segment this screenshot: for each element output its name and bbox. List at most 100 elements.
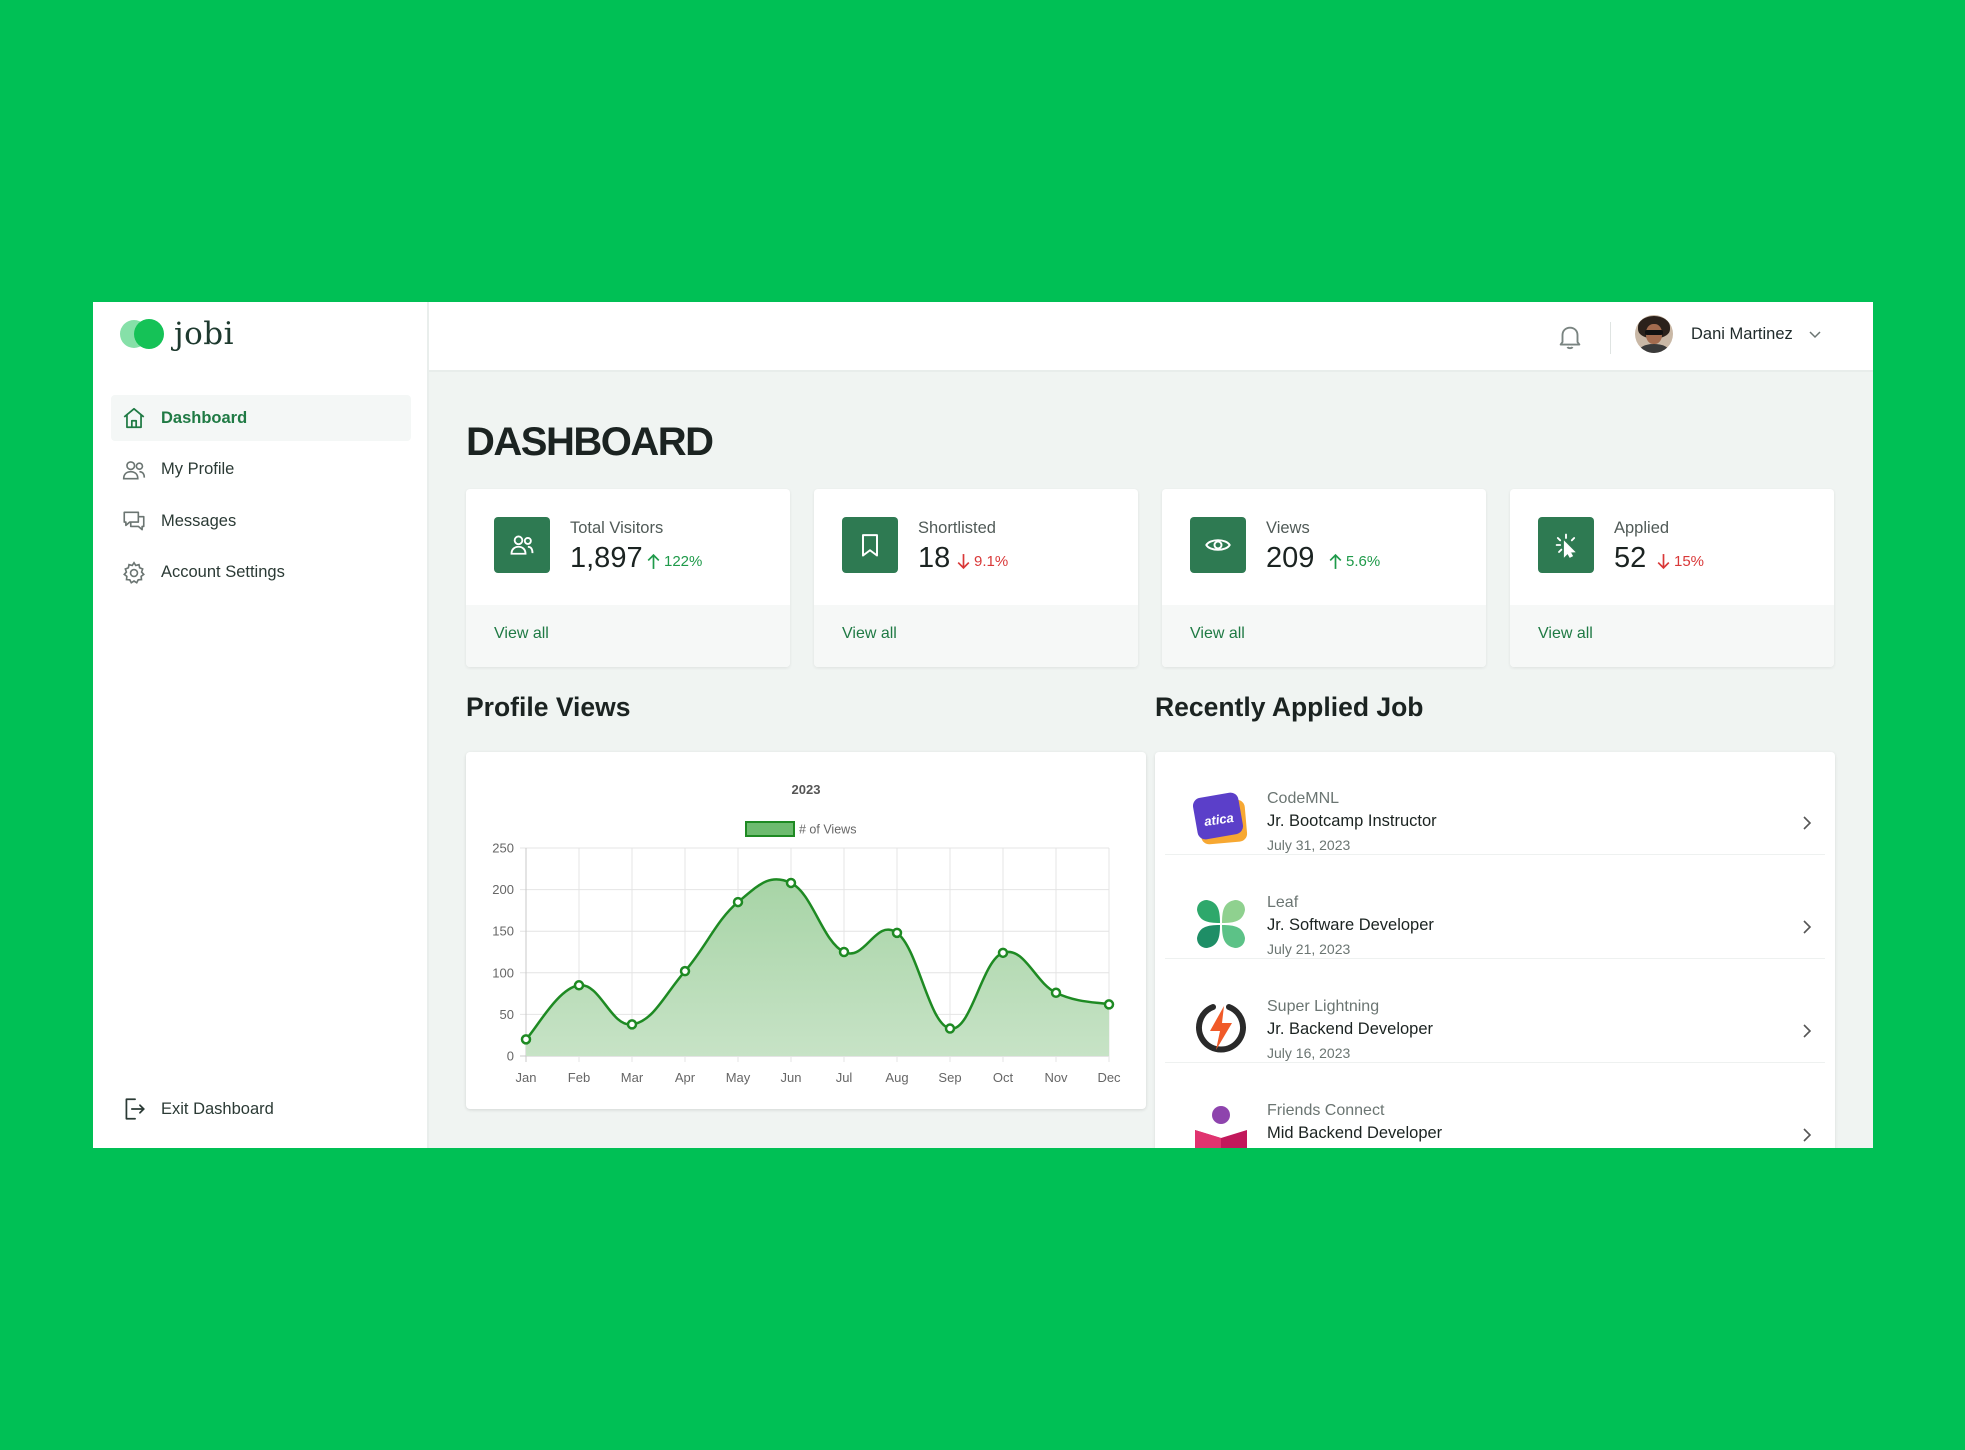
job-title: Jr. Bootcamp Instructor <box>1267 812 1437 830</box>
chart-x-tick-label: Jun <box>781 1070 802 1085</box>
chart-area-fill <box>526 879 1109 1056</box>
chart-y-tick-label: 250 <box>492 841 514 856</box>
chart-x-tick-label: Oct <box>993 1070 1014 1085</box>
job-item[interactable]: Super Lightning Jr. Backend Developer Ju… <box>1165 960 1825 1063</box>
chart-data-point <box>732 896 744 908</box>
chart-data-point <box>838 946 850 958</box>
stat-label: Views <box>1266 519 1310 537</box>
sidebar-item-my-profile[interactable]: My Profile <box>111 447 411 493</box>
stat-change: 5.6% <box>1328 553 1380 570</box>
stat-icon-box <box>1538 517 1594 573</box>
stat-card-total-visitors: Total Visitors 1,897 122% View all <box>466 489 790 667</box>
top-header: Dani Martinez <box>429 302 1873 372</box>
chart-data-point <box>1103 999 1115 1010</box>
arrow-down-icon <box>957 554 970 570</box>
stat-value: 1,897 <box>570 542 643 574</box>
job-item[interactable]: Friends Connect Mid Backend Developer <box>1165 1064 1825 1148</box>
job-company: Leaf <box>1267 894 1299 911</box>
chart-y-tick-label: 50 <box>500 1007 514 1022</box>
job-company: Friends Connect <box>1267 1102 1385 1119</box>
logout-icon <box>125 1098 145 1120</box>
arrow-up-icon <box>647 553 660 569</box>
chart-data-point <box>997 947 1009 959</box>
sidebar-item-label: My Profile <box>161 460 235 478</box>
stat-label: Total Visitors <box>570 519 664 537</box>
job-item[interactable]: Leaf Jr. Software Developer July 21, 202… <box>1165 856 1825 959</box>
chevron-down-icon <box>1809 331 1821 339</box>
view-all-link[interactable]: View all <box>842 625 897 643</box>
main-content: DASHBOARD Total Visitors 1,897 122% View… <box>429 372 1873 1148</box>
chart-data-point <box>626 1019 638 1030</box>
gear-icon <box>123 560 145 584</box>
stat-change: 9.1% <box>956 553 1008 570</box>
exit-dashboard-button[interactable]: Exit Dashboard <box>121 1096 274 1122</box>
job-company: CodeMNL <box>1267 790 1340 807</box>
chart-legend-label: # of Views <box>799 823 856 837</box>
job-title: Jr. Backend Developer <box>1267 1020 1434 1038</box>
users-icon <box>510 535 534 555</box>
sidebar-item-label: Dashboard <box>161 408 248 427</box>
profile-views-chart-card: 2023 # of Views 0 50 100 150 200 250 Jan Feb Ma… <box>466 752 1146 1109</box>
app-window: jobi Dashboard My Profile Messages Accou… <box>93 302 1873 1148</box>
stat-footer: View all <box>1162 605 1486 667</box>
profile-views-chart: 2023 # of Views 0 50 100 150 200 250 Jan Feb Ma… <box>492 782 1121 1085</box>
friends-logo <box>1195 1106 1247 1148</box>
brand-logo[interactable]: jobi <box>120 314 234 354</box>
bookmark-icon <box>862 534 878 557</box>
sidebar-item-dashboard[interactable]: Dashboard <box>111 395 411 441</box>
chart-y-tick-label: 200 <box>492 882 514 897</box>
chart-data-point <box>1050 987 1062 999</box>
sidebar-nav: Dashboard My Profile Messages Account Se… <box>111 395 411 601</box>
sidebar-item-messages[interactable]: Messages <box>111 498 411 544</box>
stat-icon-box <box>1190 517 1246 573</box>
profile-views-title: Profile Views <box>466 692 631 722</box>
job-date: July 16, 2023 <box>1267 1045 1351 1061</box>
chart-x-tick-label: Nov <box>1044 1070 1068 1085</box>
job-company: Super Lightning <box>1267 998 1380 1015</box>
view-all-link[interactable]: View all <box>1190 625 1245 643</box>
chat-icon <box>123 511 145 531</box>
stat-value: 52 <box>1614 542 1647 574</box>
chart-y-tick-label: 100 <box>492 965 514 980</box>
sidebar-item-label: Account Settings <box>161 563 285 581</box>
stat-card-applied: Applied 52 15% View all <box>1510 489 1834 667</box>
stat-label: Applied <box>1614 519 1670 537</box>
click-icon <box>1555 533 1576 558</box>
chart-legend-swatch <box>745 821 795 837</box>
atica-logo: atica <box>1193 792 1248 845</box>
stat-footer: View all <box>1510 605 1834 667</box>
stat-card-shortlisted: Shortlisted 18 9.1% View all <box>814 489 1138 667</box>
bell-icon[interactable] <box>1555 322 1585 352</box>
chart-x-tick-label: Sep <box>938 1070 961 1085</box>
job-date: July 21, 2023 <box>1267 941 1351 957</box>
lightning-logo <box>1196 1004 1246 1053</box>
avatar <box>1635 315 1673 353</box>
brand-name: jobi <box>174 316 235 352</box>
sidebar-item-account-settings[interactable]: Account Settings <box>111 550 411 596</box>
chart-x-tick-label: Apr <box>675 1070 696 1085</box>
stat-change: 122% <box>646 553 702 570</box>
chevron-right-icon <box>1803 816 1812 830</box>
home-icon <box>123 407 145 429</box>
chart-x-tick-label: Aug <box>885 1070 908 1085</box>
chart-data-point <box>520 1034 532 1045</box>
stat-value: 18 <box>918 542 951 574</box>
job-title: Jr. Software Developer <box>1267 916 1434 934</box>
user-name: Dani Martinez <box>1691 324 1793 343</box>
stat-icon-box <box>494 517 550 573</box>
chart-data-point <box>573 980 585 991</box>
view-all-link[interactable]: View all <box>1538 625 1593 643</box>
job-item[interactable]: atica CodeMNL Jr. Bootcamp Instructor Ju… <box>1165 752 1825 855</box>
header-divider <box>1610 322 1611 354</box>
stat-footer: View all <box>814 605 1138 667</box>
stat-footer: View all <box>466 605 790 667</box>
chart-x-tick-label: Jul <box>836 1070 853 1085</box>
page-title: DASHBOARD <box>466 420 714 464</box>
chart-x-tick-label: May <box>726 1070 751 1085</box>
stat-icon-box <box>842 517 898 573</box>
stat-card-views: Views 209 5.6% View all <box>1162 489 1486 667</box>
chevron-right-icon <box>1803 1024 1812 1038</box>
view-all-link[interactable]: View all <box>494 625 549 643</box>
chart-data-point <box>944 1023 956 1034</box>
user-menu[interactable]: Dani Martinez <box>1635 315 1823 353</box>
